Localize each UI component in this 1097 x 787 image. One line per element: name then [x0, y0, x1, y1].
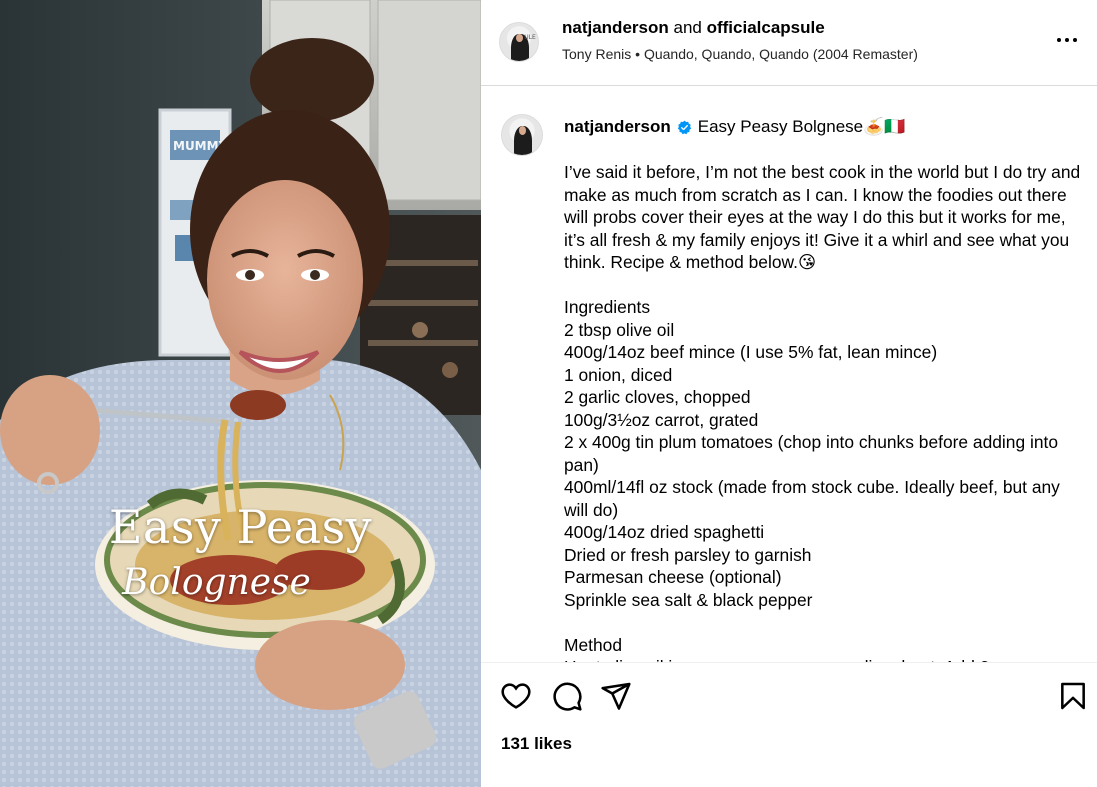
more-dot [1073, 38, 1077, 42]
verified-badge-icon [677, 120, 692, 135]
caption-author-avatar[interactable] [501, 114, 543, 156]
post-media[interactable]: MUMMY L Easy Peasy Bolognese [0, 0, 481, 787]
comment-icon [553, 682, 582, 711]
music-artist[interactable]: Tony Renis [562, 46, 631, 62]
save-button[interactable] [1057, 680, 1089, 712]
post-panel: ULE natjanderson and officialcapsule Ton… [481, 0, 1097, 787]
caption-title: Easy Peasy Bolgnese🍝🇮🇹 [697, 117, 906, 136]
likes-count[interactable]: 131 likes [501, 734, 572, 754]
more-horizontal-icon [1057, 38, 1061, 42]
caption-header: natjanderson Easy Peasy Bolgnese🍝🇮🇹 [564, 117, 905, 137]
collaborator-link[interactable]: officialcapsule [707, 18, 825, 37]
comment-button[interactable] [551, 680, 583, 712]
music-info[interactable]: Tony Renis • Quando, Quando, Quando (200… [562, 46, 918, 62]
authors-connector: and [673, 18, 702, 37]
share-button[interactable] [600, 680, 632, 712]
post-authors: natjanderson and officialcapsule [562, 18, 825, 38]
caption-scroll-area[interactable]: natjanderson Easy Peasy Bolgnese🍝🇮🇹 I’ve… [481, 87, 1097, 662]
heart-icon [501, 683, 531, 709]
caption-username[interactable]: natjanderson [564, 117, 671, 137]
post-actions: 131 likes [481, 662, 1097, 787]
author-avatar[interactable]: ULE [499, 22, 539, 62]
send-icon [601, 682, 631, 710]
more-options-button[interactable] [1051, 28, 1083, 52]
media-overlay-title: Easy Peasy [108, 500, 373, 554]
music-track[interactable]: Quando, Quando, Quando (2004 Remaster) [644, 46, 918, 62]
music-separator: • [635, 46, 641, 62]
author-link[interactable]: natjanderson [562, 18, 669, 37]
post-header: ULE natjanderson and officialcapsule Ton… [481, 0, 1097, 86]
media-overlay-subtitle: Bolognese [122, 562, 311, 603]
post-photo: MUMMY L [0, 0, 481, 787]
like-button[interactable] [500, 680, 532, 712]
caption-body: I’ve said it before, I’m not the best co… [564, 162, 1081, 662]
bookmark-icon [1061, 682, 1085, 710]
more-dot [1065, 38, 1069, 42]
